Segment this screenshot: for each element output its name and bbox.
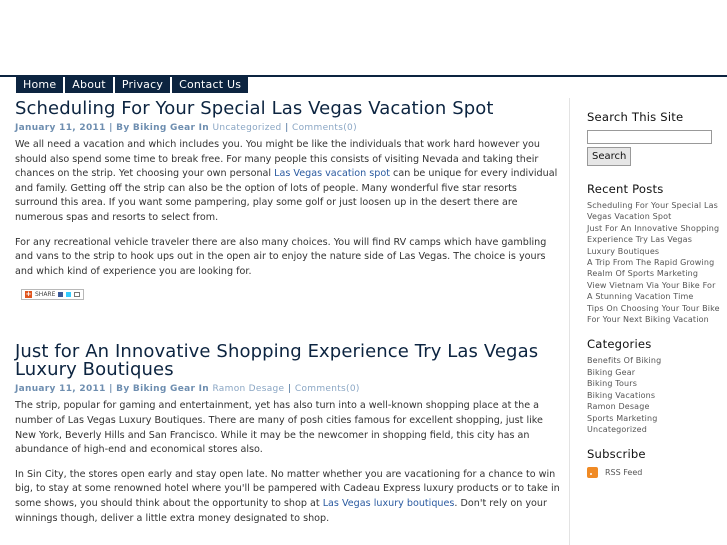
nav-home[interactable]: Home: [16, 77, 64, 93]
post-title[interactable]: Scheduling For Your Special Las Vegas Va…: [15, 100, 560, 118]
plus-icon: +: [25, 290, 32, 299]
post-paragraph: For any recreational vehicle traveler th…: [15, 236, 547, 277]
post-meta: January 11, 2011 | By Biking Gear In Ram…: [15, 384, 360, 395]
sidebar: Search This Site Search Recent Posts Sch…: [587, 110, 721, 479]
category-link[interactable]: Biking Vacations: [587, 390, 721, 401]
category-link[interactable]: Benefits Of Biking: [587, 355, 721, 366]
twitter-icon: [66, 292, 72, 298]
post-comments-link[interactable]: Comments(0): [292, 123, 357, 133]
nav-privacy[interactable]: Privacy: [114, 77, 171, 93]
search-title: Search This Site: [587, 110, 684, 124]
post-category-link[interactable]: Uncategorized: [212, 123, 281, 133]
share-label: SHARE: [35, 291, 56, 299]
rss-feed-link[interactable]: RSS Feed: [587, 467, 721, 479]
las-vegas-boutiques-link[interactable]: Las Vegas luxury boutiques: [323, 498, 455, 509]
category-link[interactable]: Biking Tours: [587, 378, 721, 389]
post-paragraph: We all need a vacation and which include…: [15, 139, 558, 223]
nav-contact[interactable]: Contact Us: [172, 77, 249, 93]
rss-icon: [587, 467, 598, 479]
post-title[interactable]: Just for An Innovative Shopping Experien…: [15, 343, 560, 379]
search-input[interactable]: [587, 130, 712, 144]
post-author: By Biking Gear In: [116, 384, 210, 395]
recent-post-link[interactable]: View Vietnam Via Your Bike For A Stunnin…: [587, 280, 721, 303]
email-icon: [74, 292, 81, 298]
las-vegas-vacation-link[interactable]: Las Vegas vacation spot: [274, 168, 390, 179]
post: Scheduling For Your Special Las Vegas Va…: [15, 100, 560, 301]
nav-about[interactable]: About: [65, 77, 113, 93]
post-category-link[interactable]: Ramon Desage: [212, 384, 284, 394]
post-meta: January 11, 2011 | By Biking Gear In Unc…: [15, 123, 357, 133]
rss-label: RSS Feed: [605, 468, 643, 478]
post: Just for An Innovative Shopping Experien…: [15, 343, 560, 526]
post-comments-link[interactable]: Comments(0): [295, 384, 360, 394]
recent-post-link[interactable]: Just For An Innovative Shopping Experien…: [587, 223, 721, 257]
sidebar-divider: [569, 98, 570, 545]
recent-post-link[interactable]: Scheduling For Your Special Las Vegas Va…: [587, 200, 721, 223]
search-button[interactable]: Search: [587, 147, 632, 166]
post-date: January 11, 2011: [15, 384, 106, 395]
category-link[interactable]: Uncategorized: [587, 424, 721, 435]
categories-title: Categories: [587, 337, 652, 352]
main-nav: Home About Privacy Contact Us: [16, 77, 250, 93]
post-paragraph: The strip, popular for gaming and entert…: [15, 400, 543, 456]
category-link[interactable]: Ramon Desage: [587, 401, 721, 412]
recent-post-link[interactable]: A Trip From The Rapid Growing Realm Of S…: [587, 257, 721, 280]
post-author: By Biking Gear In: [116, 123, 210, 133]
subscribe-title: Subscribe: [587, 447, 646, 462]
recent-posts-title: Recent Posts: [587, 182, 664, 196]
category-link[interactable]: Sports Marketing: [587, 413, 721, 424]
recent-posts-list: Scheduling For Your Special Las Vegas Va…: [587, 200, 721, 325]
category-link[interactable]: Biking Gear: [587, 367, 721, 378]
share-button[interactable]: + SHARE: [21, 289, 85, 301]
facebook-icon: [58, 292, 64, 298]
recent-post-link[interactable]: Tips On Choosing Your Tour Bike For Your…: [587, 303, 721, 326]
post-paragraph: In Sin City, the stores open early and s…: [15, 468, 560, 524]
post-date: January 11, 2011: [15, 123, 106, 133]
categories-list: Benefits Of Biking Biking Gear Biking To…: [587, 355, 721, 435]
main-content: Scheduling For Your Special Las Vegas Va…: [15, 100, 560, 526]
